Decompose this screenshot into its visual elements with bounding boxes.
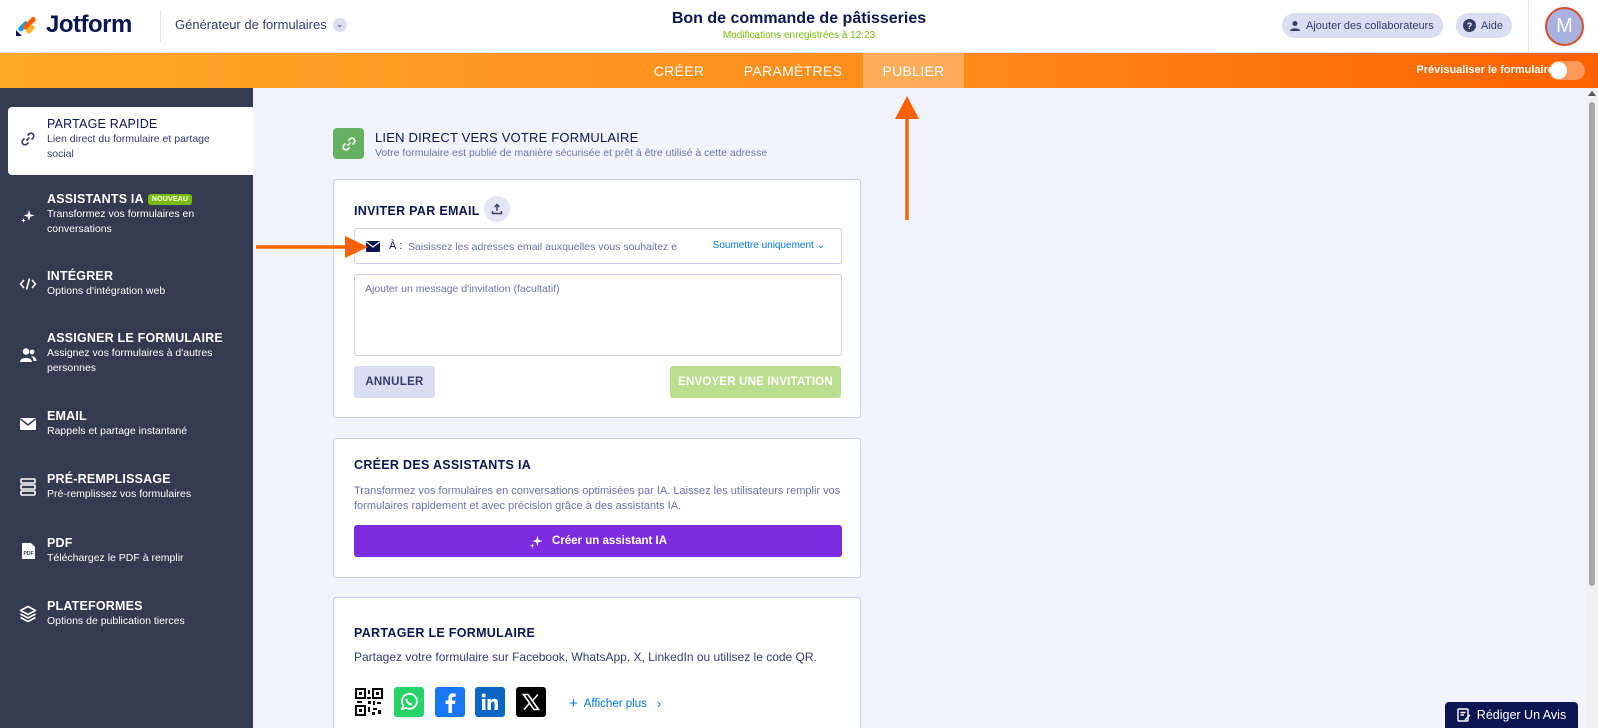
- show-more-link[interactable]: + Afficher plus ›: [569, 695, 661, 712]
- sparkle-icon: [18, 206, 38, 226]
- sidebar-item-title: PARTAGE RAPIDE: [47, 117, 158, 131]
- show-more-label: Afficher plus: [583, 697, 647, 710]
- help-icon: ?: [1463, 19, 1476, 32]
- share-card-description: Partagez votre formulaire sur Facebook, …: [354, 650, 817, 664]
- sidebar-item-desc: Téléchargez le PDF à remplir: [47, 552, 184, 564]
- chevron-down-icon: ⌄: [816, 240, 825, 251]
- help-button[interactable]: ? Aide: [1456, 13, 1513, 38]
- upload-icon: [491, 203, 503, 215]
- linkedin-icon[interactable]: [475, 687, 505, 717]
- review-icon: [1457, 708, 1471, 722]
- upload-contacts-button[interactable]: [484, 196, 510, 222]
- pdf-icon: PDF: [18, 541, 38, 561]
- ai-card-title: CRÉER DES ASSISTANTS IA: [354, 458, 532, 472]
- invitation-message-field[interactable]: [354, 274, 842, 356]
- prefill-icon: [18, 477, 38, 497]
- code-icon: [18, 274, 38, 294]
- sidebar-item-title: PLATEFORMES: [47, 599, 143, 613]
- sidebar-item-assign-form[interactable]: ASSIGNER LE FORMULAIRE Assignez vos form…: [0, 328, 253, 384]
- help-label: Aide: [1481, 19, 1504, 32]
- tab-publish[interactable]: PUBLIER: [863, 53, 964, 88]
- invite-by-email-card: INVITER PAR EMAIL À : Soumettre uniqueme…: [333, 179, 861, 418]
- sidebar-item-desc: Transformez vos formulaires en conversat…: [47, 208, 195, 235]
- write-review-button[interactable]: Rédiger Un Avis: [1445, 702, 1578, 728]
- top-bar: Jotform Générateur de formulaires ⌄ Bon …: [0, 0, 1598, 53]
- preview-label: Prévisualiser le formulaire: [1416, 64, 1554, 76]
- sidebar-item-desc: Assignez vos formulaires à d'autres pers…: [47, 347, 213, 374]
- email-input[interactable]: [408, 237, 692, 257]
- scroll-up-icon[interactable]: [1588, 91, 1596, 96]
- publish-sidebar: PARTAGE RAPIDE Lien direct du formulaire…: [0, 88, 253, 728]
- sidebar-item-platforms[interactable]: PLATEFORMES Options de publication tierc…: [0, 596, 253, 636]
- main-nav: CRÉER PARAMÈTRES PUBLIER Prévisualiser l…: [0, 53, 1598, 88]
- sidebar-item-desc: Options de publication tierces: [47, 615, 185, 627]
- tab-create[interactable]: CRÉER: [645, 53, 713, 88]
- page-scrollbar[interactable]: [1586, 88, 1598, 728]
- sidebar-item-desc: Pré-remplissez vos formulaires: [47, 488, 192, 500]
- sidebar-item-desc: Rappels et partage instantané: [47, 425, 188, 437]
- sidebar-item-embed[interactable]: INTÉGRER Options d'intégration web: [0, 266, 253, 306]
- ai-agents-card: CRÉER DES ASSISTANTS IA Transformez vos …: [333, 438, 861, 578]
- preview-toggle[interactable]: [1549, 61, 1585, 80]
- users-icon: [18, 345, 38, 365]
- sidebar-item-title: INTÉGRER: [47, 269, 114, 283]
- layers-icon: [18, 604, 38, 624]
- envelope-icon: [366, 241, 380, 252]
- share-card-title: PARTAGER LE FORMULAIRE: [354, 626, 536, 640]
- x-icon[interactable]: [516, 687, 546, 717]
- user-icon: [1290, 20, 1300, 31]
- share-form-card: PARTAGER LE FORMULAIRE Partagez votre fo…: [333, 597, 861, 728]
- permission-label: Soumettre uniquement: [712, 240, 814, 251]
- sidebar-item-title: PDF: [47, 536, 73, 550]
- scroll-thumb[interactable]: [1589, 102, 1595, 586]
- svg-text:PDF: PDF: [23, 551, 33, 557]
- sidebar-item-prefill[interactable]: PRÉ-REMPLISSAGE Pré-remplissez vos formu…: [0, 469, 253, 509]
- sidebar-item-quick-share[interactable]: PARTAGE RAPIDE Lien direct du formulaire…: [8, 107, 253, 175]
- whatsapp-icon[interactable]: [394, 687, 424, 717]
- sidebar-item-title: ASSISTANTS IA NOUVEAU: [47, 192, 193, 206]
- direct-link-subtitle: Votre formulaire est publié de manière s…: [375, 147, 768, 159]
- link-icon: [333, 128, 364, 159]
- facebook-icon[interactable]: [435, 687, 465, 717]
- sidebar-item-pdf[interactable]: PDF PDF Téléchargez le PDF à remplir: [0, 533, 253, 573]
- write-review-label: Rédiger Un Avis: [1476, 708, 1567, 722]
- direct-link-title: LIEN DIRECT VERS VOTRE FORMULAIRE: [375, 130, 639, 145]
- sidebar-item-ai-agents[interactable]: ASSISTANTS IA NOUVEAU Transformez vos for…: [0, 188, 253, 244]
- to-label: À :: [389, 240, 403, 252]
- link-icon: [18, 129, 38, 149]
- new-badge: NOUVEAU: [147, 194, 193, 205]
- sidebar-item-desc: Lien direct du formulaire et partage soc…: [47, 133, 210, 160]
- add-collaborators-button[interactable]: Ajouter des collaborateurs: [1282, 13, 1443, 38]
- user-avatar[interactable]: M: [1545, 7, 1584, 46]
- chevron-right-icon: ›: [656, 696, 662, 711]
- sidebar-item-title: ASSIGNER LE FORMULAIRE: [47, 331, 223, 345]
- sidebar-item-desc: Options d'intégration web: [47, 285, 166, 297]
- sidebar-item-email[interactable]: EMAIL Rappels et partage instantané: [0, 406, 253, 446]
- plus-icon: +: [569, 695, 578, 712]
- sidebar-item-title-text: ASSISTANTS IA: [47, 192, 144, 206]
- send-invitation-button[interactable]: ENVOYER UNE INVITATION: [670, 366, 841, 398]
- divider: [1528, 0, 1529, 53]
- tab-settings[interactable]: PARAMÈTRES: [737, 53, 849, 88]
- add-collaborators-label: Ajouter des collaborateurs: [1306, 19, 1434, 32]
- cancel-button[interactable]: ANNULER: [354, 366, 435, 398]
- invite-title: INVITER PAR EMAIL: [354, 204, 480, 218]
- create-ai-agent-label: Créer un assistant IA: [551, 535, 668, 547]
- qr-code-icon[interactable]: [354, 687, 384, 717]
- sidebar-item-title: EMAIL: [47, 409, 87, 423]
- envelope-icon: [18, 414, 38, 434]
- email-recipients-field[interactable]: À : Soumettre uniquement ⌄: [354, 228, 842, 264]
- ai-card-description: Transformez vos formulaires en conversat…: [354, 485, 841, 512]
- sidebar-item-title: PRÉ-REMPLISSAGE: [47, 472, 171, 486]
- create-ai-agent-button[interactable]: Créer un assistant IA: [354, 525, 842, 557]
- permission-dropdown[interactable]: Soumettre uniquement ⌄: [713, 240, 825, 251]
- sparkle-icon: [529, 535, 543, 548]
